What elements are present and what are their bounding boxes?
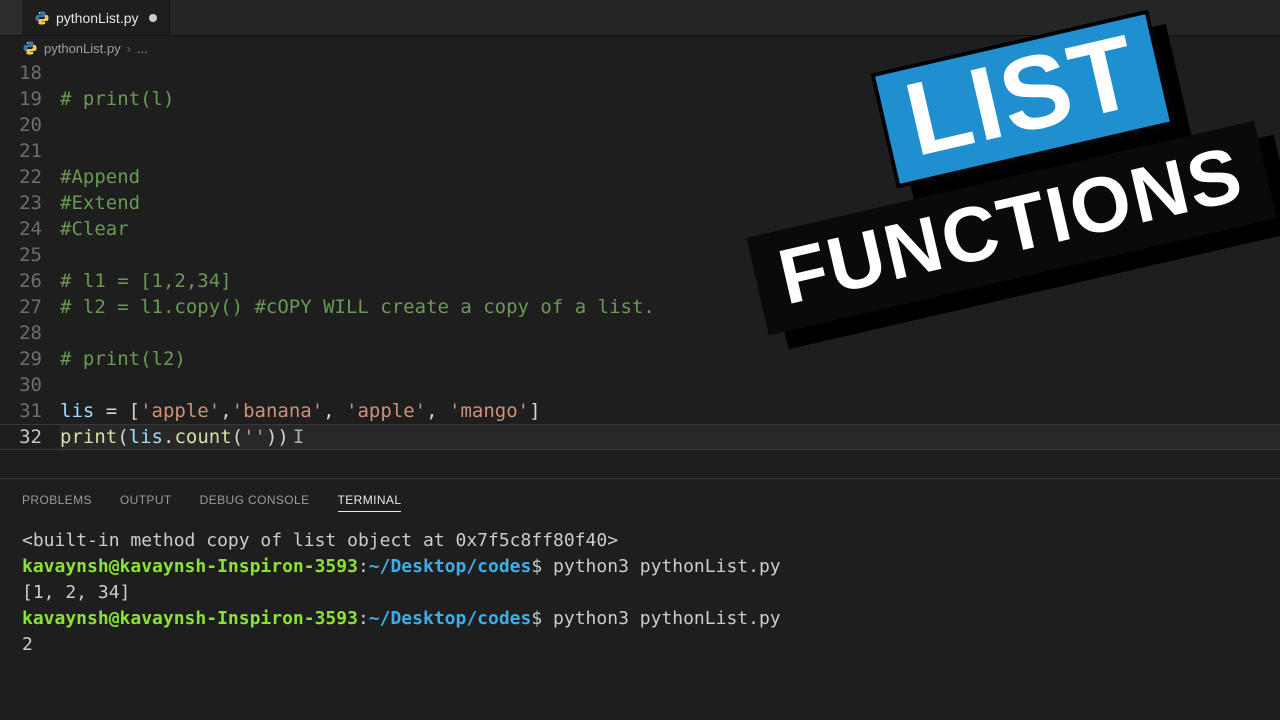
tab-output[interactable]: OUTPUT <box>120 489 172 512</box>
code-area[interactable]: # print(l) #Append#Extend#Clear # l1 = [… <box>60 60 1280 478</box>
python-file-icon <box>34 10 50 26</box>
line-number: 28 <box>0 320 42 346</box>
breadcrumb-separator: › <box>127 41 131 56</box>
breadcrumb[interactable]: pythonList.py › ... <box>0 36 1280 60</box>
code-line[interactable]: # l1 = [1,2,34] <box>60 268 1280 294</box>
code-line[interactable]: lis = ['apple','banana', 'apple', 'mango… <box>60 398 1280 424</box>
code-line[interactable] <box>60 320 1280 346</box>
line-number: 30 <box>0 372 42 398</box>
terminal[interactable]: <built-in method copy of list object at … <box>0 522 1280 720</box>
tab-debug-console[interactable]: DEBUG CONSOLE <box>200 489 310 512</box>
tab-bar: pythonList.py <box>0 0 1280 36</box>
python-file-icon <box>22 40 38 56</box>
editor-tab-pythonlist[interactable]: pythonList.py <box>22 0 170 35</box>
bottom-panel: PROBLEMS OUTPUT DEBUG CONSOLE TERMINAL <… <box>0 478 1280 720</box>
panel-tab-bar: PROBLEMS OUTPUT DEBUG CONSOLE TERMINAL <box>0 479 1280 522</box>
tab-problems[interactable]: PROBLEMS <box>22 489 92 512</box>
line-number: 22 <box>0 164 42 190</box>
line-number: 21 <box>0 138 42 164</box>
tab-dirty-indicator <box>149 14 157 22</box>
code-line[interactable]: #Extend <box>60 190 1280 216</box>
code-line[interactable] <box>60 242 1280 268</box>
code-line[interactable]: #Append <box>60 164 1280 190</box>
code-line[interactable]: # l2 = l1.copy() #cOPY WILL create a cop… <box>60 294 1280 320</box>
line-number: 18 <box>0 60 42 86</box>
tab-terminal[interactable]: TERMINAL <box>338 489 402 512</box>
line-number: 27 <box>0 294 42 320</box>
code-line[interactable] <box>60 112 1280 138</box>
code-line[interactable]: # print(l) <box>60 86 1280 112</box>
line-number: 24 <box>0 216 42 242</box>
line-number: 32 <box>0 424 42 450</box>
code-line[interactable] <box>60 372 1280 398</box>
line-number: 29 <box>0 346 42 372</box>
line-number: 19 <box>0 86 42 112</box>
tab-gutter <box>0 0 22 35</box>
code-editor[interactable]: 181920212223242526272829303132 # print(l… <box>0 60 1280 478</box>
code-line[interactable]: #Clear <box>60 216 1280 242</box>
tab-title: pythonList.py <box>56 10 139 26</box>
breadcrumb-file: pythonList.py <box>44 41 121 56</box>
breadcrumb-tail: ... <box>137 41 148 56</box>
code-line[interactable] <box>60 138 1280 164</box>
code-line[interactable] <box>60 60 1280 86</box>
line-number: 20 <box>0 112 42 138</box>
code-line[interactable]: # print(l2) <box>60 346 1280 372</box>
line-number: 26 <box>0 268 42 294</box>
line-number: 31 <box>0 398 42 424</box>
line-number: 25 <box>0 242 42 268</box>
code-line[interactable]: print(lis.count(''))I <box>60 424 1280 450</box>
line-number-gutter: 181920212223242526272829303132 <box>0 60 60 478</box>
line-number: 23 <box>0 190 42 216</box>
